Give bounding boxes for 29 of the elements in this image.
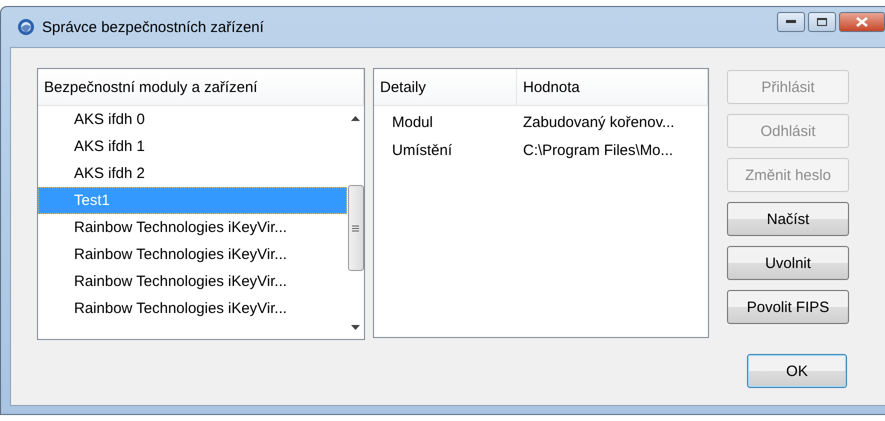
grip-icon (352, 224, 359, 232)
list-item[interactable]: Rainbow Technologies iKeyVir... (38, 295, 347, 322)
list-item[interactable]: AKS ifdh 2 (38, 160, 347, 187)
maximize-icon (817, 18, 827, 26)
list-item[interactable]: AKS ifdh 1 (38, 133, 347, 160)
ok-button[interactable]: OK (747, 354, 847, 388)
list-item[interactable]: Rainbow Technologies iKeyVir... (38, 268, 347, 295)
table-cell-text: Modul (391, 114, 434, 130)
list-item[interactable]: Rainbow Technologies iKeyVir... (38, 214, 347, 241)
minimize-button[interactable] (777, 12, 805, 32)
minimize-icon (786, 20, 796, 24)
scroll-up-icon[interactable] (351, 116, 360, 122)
column-header[interactable]: Hodnota (517, 69, 708, 105)
action-button[interactable]: Uvolnit (727, 246, 849, 280)
table-cell-text: Umístění (391, 142, 454, 158)
list-item[interactable]: Rainbow Technologies iKeyVir... (38, 241, 347, 268)
list-item[interactable]: AKS ifdh 0 (38, 106, 347, 133)
maximize-button[interactable] (808, 12, 836, 32)
action-button[interactable]: Povolit FIPS (727, 290, 849, 324)
column-header[interactable]: Bezpečnostní moduly a zařízení (38, 69, 364, 105)
close-icon (856, 17, 868, 27)
app-icon (17, 18, 35, 36)
action-button[interactable]: Načíst (727, 202, 849, 236)
close-button[interactable] (839, 12, 885, 32)
scroll-down-icon[interactable] (351, 325, 360, 331)
table-cell-text: Zabudovaný kořenov... (522, 114, 674, 130)
window-title: Správce bezpečnostních zařízení (42, 18, 265, 36)
table-cell-text: C:\Program Files\Mo... (522, 142, 674, 158)
column-header[interactable]: Detaily (374, 69, 517, 105)
